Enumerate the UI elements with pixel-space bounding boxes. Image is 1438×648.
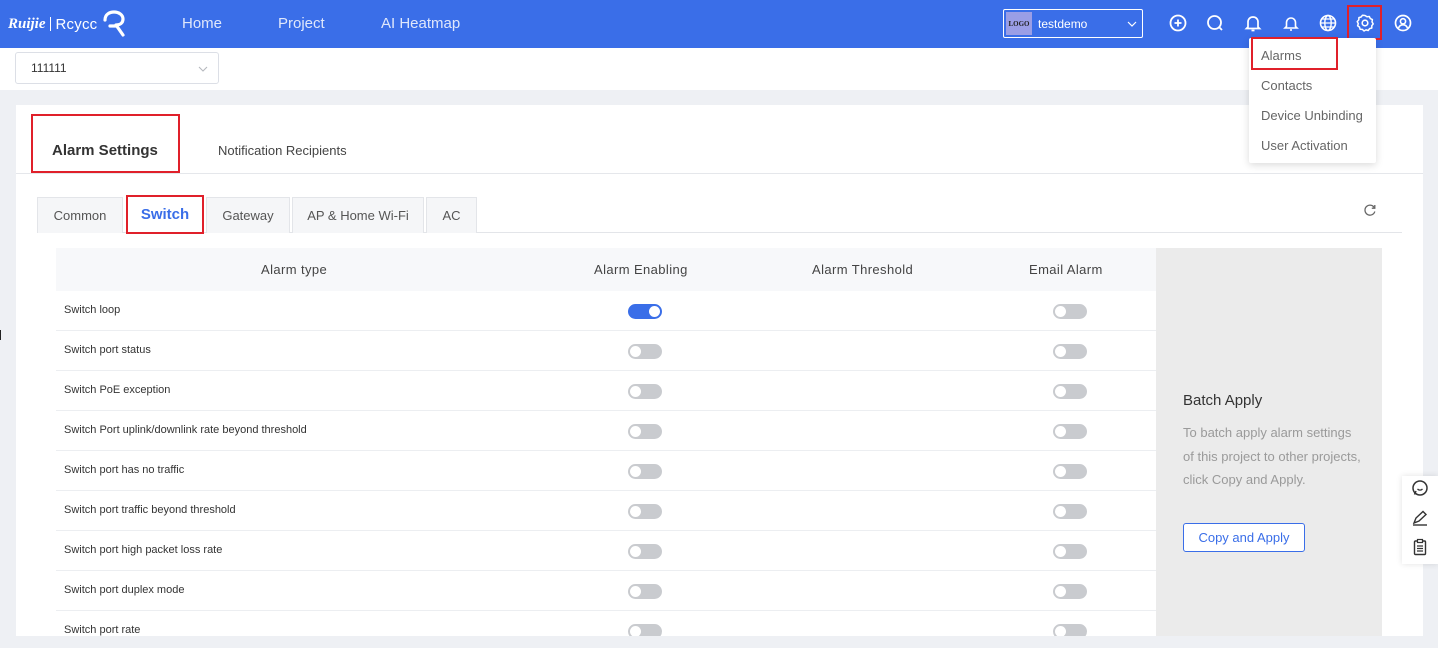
subtab-gateway[interactable]: Gateway <box>206 197 290 233</box>
email-alarm-toggle[interactable] <box>1053 624 1087 636</box>
menu-item-user-activation[interactable]: User Activation <box>1261 138 1348 153</box>
alarm-type-name: Switch PoE exception <box>64 384 171 396</box>
alarm-type-name: Switch port high packet loss rate <box>64 544 223 556</box>
brand-name-rcycc: Rcycc <box>55 15 98 33</box>
email-alarm-toggle[interactable] <box>1053 544 1087 559</box>
chevron-down-icon <box>1127 21 1137 27</box>
highlight-alarms <box>1251 37 1338 70</box>
clipboard-icon[interactable] <box>1411 538 1429 556</box>
highlight-gear <box>1347 5 1382 40</box>
globe-icon[interactable] <box>1317 12 1339 34</box>
refresh-icon[interactable] <box>1363 203 1377 217</box>
top-nav-bar: Ruijie Rcycc Home Project AI Heatmap LOG… <box>0 0 1438 48</box>
feedback-icon[interactable] <box>1411 509 1429 527</box>
project-select[interactable]: 111111 <box>15 52 219 84</box>
alarm-enabling-toggle[interactable] <box>628 544 662 559</box>
project-select-value: 111111 <box>31 61 67 75</box>
tenant-logo: LOGO <box>1006 12 1032 35</box>
tab-notification-recipients[interactable]: Notification Recipients <box>218 143 347 158</box>
email-alarm-toggle[interactable] <box>1053 584 1087 599</box>
brand-name-ruijie: Ruijie <box>8 15 46 32</box>
alarm-enabling-toggle[interactable] <box>628 384 662 399</box>
nav-project[interactable]: Project <box>278 15 325 32</box>
table-row: Switch port status <box>56 331 1156 371</box>
table-row: Switch PoE exception <box>56 371 1156 411</box>
table-row: Switch port rate <box>56 611 1156 636</box>
divider <box>16 173 1423 174</box>
floating-toolbar <box>1402 476 1438 564</box>
batch-apply-title: Batch Apply <box>1183 392 1263 409</box>
batch-apply-panel: Batch Apply To batch apply alarm setting… <box>1156 248 1382 636</box>
user-icon[interactable] <box>1392 12 1414 34</box>
subtab-common[interactable]: Common <box>37 197 123 233</box>
alarm-enabling-toggle[interactable] <box>628 464 662 479</box>
alarm-type-name: Switch Port uplink/downlink rate beyond … <box>64 424 307 436</box>
add-icon[interactable] <box>1167 12 1189 34</box>
alarm-enabling-toggle[interactable] <box>628 344 662 359</box>
nav-ai-heatmap[interactable]: AI Heatmap <box>381 15 460 32</box>
menu-item-device-unbinding[interactable]: Device Unbinding <box>1261 108 1363 123</box>
chevron-down-icon <box>198 66 208 72</box>
alarm-settings-card: Alarm Settings Notification Recipients C… <box>16 105 1423 636</box>
bell-icon[interactable] <box>1242 12 1264 34</box>
email-alarm-toggle[interactable] <box>1053 504 1087 519</box>
subtab-switch[interactable]: Switch <box>126 195 204 234</box>
table-row: Switch Port uplink/downlink rate beyond … <box>56 411 1156 451</box>
email-alarm-toggle[interactable] <box>1053 384 1087 399</box>
email-alarm-toggle[interactable] <box>1053 344 1087 359</box>
table-row: Switch port high packet loss rate <box>56 531 1156 571</box>
subtab-ap-home-wifi[interactable]: AP & Home Wi-Fi <box>292 197 424 233</box>
alarm-enabling-toggle[interactable] <box>628 424 662 439</box>
email-alarm-toggle[interactable] <box>1053 464 1087 479</box>
alarm-type-name: Switch port status <box>64 344 151 356</box>
subtab-ac[interactable]: AC <box>426 197 477 233</box>
nav-home[interactable]: Home <box>182 15 222 32</box>
col-email-alarm: Email Alarm <box>1029 262 1103 277</box>
alarm-enabling-toggle[interactable] <box>628 624 662 636</box>
alarm-type-name: Switch loop <box>64 304 121 316</box>
alarm-enabling-toggle[interactable] <box>628 584 662 599</box>
project-bar: 111111 <box>0 48 1438 90</box>
table-row: Switch port traffic beyond threshold <box>56 491 1156 531</box>
batch-apply-description: To batch apply alarm settings of this pr… <box>1183 425 1361 487</box>
col-alarm-type: Alarm type <box>261 262 328 277</box>
alarm-table-header: Alarm type Alarm Enabling Alarm Threshol… <box>56 248 1156 291</box>
tenant-selector[interactable]: LOGO testdemo <box>1003 9 1143 38</box>
alarm-type-name: Switch port traffic beyond threshold <box>64 504 236 516</box>
table-row: Switch port has no traffic <box>56 451 1156 491</box>
alarm-enabling-toggle[interactable] <box>628 304 662 319</box>
table-row: Switch loop <box>56 291 1156 331</box>
alarm-type-name: Switch port has no traffic <box>64 464 185 476</box>
col-alarm-enabling: Alarm Enabling <box>594 262 688 277</box>
edge-marker <box>0 330 1 340</box>
alarm-enabling-toggle[interactable] <box>628 504 662 519</box>
brand-mark-icon <box>103 10 125 37</box>
menu-item-contacts[interactable]: Contacts <box>1261 78 1312 93</box>
tenant-name: testdemo <box>1038 16 1088 31</box>
table-row: Switch port duplex mode <box>56 571 1156 611</box>
chat-icon[interactable] <box>1411 479 1429 497</box>
alarm-type-name: Switch port rate <box>64 624 141 636</box>
highlight-alarm-settings <box>31 114 180 173</box>
alarm-type-name: Switch port duplex mode <box>64 584 185 596</box>
brand-separator <box>49 17 51 31</box>
col-alarm-threshold: Alarm Threshold <box>812 262 914 277</box>
email-alarm-toggle[interactable] <box>1053 424 1087 439</box>
notification-icon[interactable] <box>1280 12 1302 34</box>
email-alarm-toggle[interactable] <box>1053 304 1087 319</box>
search-icon[interactable] <box>1204 12 1226 34</box>
copy-and-apply-button[interactable]: Copy and Apply <box>1183 523 1305 552</box>
brand-logo[interactable]: Ruijie Rcycc <box>8 9 126 39</box>
